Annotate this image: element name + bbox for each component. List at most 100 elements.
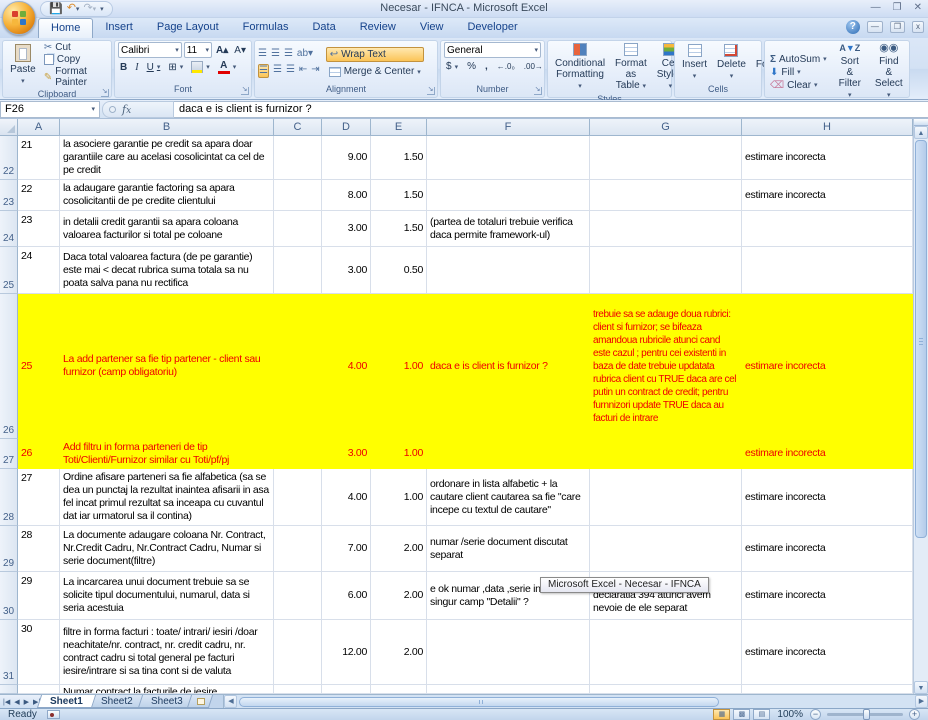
insert-worksheet-tab[interactable] — [187, 695, 213, 708]
name-box[interactable]: F26▾ — [0, 101, 100, 118]
cell[interactable] — [427, 247, 590, 294]
format-as-table-button[interactable]: Formatas Table ▾ — [611, 42, 651, 93]
workbook-minimize-button[interactable]: — — [867, 21, 883, 33]
cell[interactable]: filtre in forma facturi : toate/ intrari… — [60, 620, 274, 685]
italic-button[interactable]: I — [133, 62, 140, 73]
find-select-button[interactable]: ◉◉ Find &Select ▾ — [871, 42, 907, 102]
cell[interactable]: 3.00 — [322, 211, 371, 247]
cell[interactable]: 3.00 — [322, 247, 371, 294]
cell[interactable]: (partea de totaluri trebuie verifica dac… — [427, 211, 590, 247]
cell[interactable]: 22 — [18, 180, 60, 211]
cell[interactable] — [18, 685, 60, 694]
align-left-icon[interactable]: ☰ — [258, 64, 269, 78]
horizontal-scrollbar[interactable]: ◀ ▶ — [223, 695, 928, 708]
cut-button[interactable]: ✂Cut — [42, 42, 108, 53]
cell[interactable]: estimare incorecta — [742, 136, 913, 180]
column-header-e[interactable]: E — [371, 119, 427, 136]
conditional-formatting-button[interactable]: ConditionalFormatting ▾ — [551, 42, 609, 93]
dialog-launcher-icon[interactable]: ↘ — [101, 89, 109, 97]
cell[interactable]: Numar contract la facturile de iesire — [60, 685, 274, 694]
minimize-button[interactable]: — — [871, 2, 881, 13]
cell[interactable] — [274, 211, 322, 247]
page-break-view-icon[interactable]: ▤ — [753, 709, 770, 720]
cell[interactable]: estimare incorecta — [742, 620, 913, 685]
row-header[interactable]: 24 — [0, 211, 18, 247]
row-header[interactable]: 28 — [0, 469, 18, 526]
workbook-close-button[interactable]: x — [912, 21, 924, 33]
scrollbar-split-handle[interactable] — [914, 119, 928, 126]
zoom-slider-thumb[interactable] — [863, 709, 870, 720]
close-button[interactable]: ✕ — [914, 2, 922, 13]
insert-cells-button[interactable]: Insert▾ — [678, 43, 711, 83]
row-header[interactable]: 26 — [0, 294, 18, 439]
cell[interactable]: in detalii credit garantii sa apara colo… — [60, 211, 274, 247]
fill-button[interactable]: ⬇Fill ▾ — [768, 67, 829, 78]
row-header[interactable]: 22 — [0, 136, 18, 180]
paste-button[interactable]: Paste ▾ — [6, 43, 40, 88]
cell[interactable] — [590, 211, 742, 247]
cell[interactable]: Add filtru in forma parteneri de tip Tot… — [60, 439, 274, 469]
cell[interactable]: la asociere garantie pe credit sa apara … — [60, 136, 274, 180]
shrink-font-button[interactable]: A▾ — [232, 42, 248, 58]
cell[interactable]: 9.00 — [322, 136, 371, 180]
zoom-in-icon[interactable]: + — [909, 709, 920, 720]
cell[interactable] — [274, 620, 322, 685]
column-header-a[interactable]: A — [18, 119, 60, 136]
row-header[interactable]: 29 — [0, 526, 18, 572]
cell[interactable]: 30 — [18, 620, 60, 685]
formula-input[interactable]: daca e is client is furnizor ? — [174, 101, 928, 118]
orientation-icon[interactable]: ab▾ — [297, 48, 313, 60]
dialog-launcher-icon[interactable]: ↘ — [534, 87, 542, 95]
cell[interactable]: 2.00 — [371, 526, 427, 572]
cell[interactable]: 21 — [18, 136, 60, 180]
decrease-decimal-icon[interactable]: .00→ — [522, 62, 545, 71]
office-button[interactable] — [2, 1, 36, 35]
cell[interactable] — [274, 572, 322, 620]
autosum-button[interactable]: ΣAutoSum ▾ — [768, 54, 829, 65]
restore-button[interactable]: ❐ — [893, 2, 902, 13]
decrease-indent-icon[interactable]: ⇤ — [299, 64, 307, 78]
help-icon[interactable]: ? — [846, 20, 860, 34]
cell[interactable]: 29 — [18, 572, 60, 620]
borders-button[interactable]: ⊞ ▾ — [166, 62, 185, 73]
cell[interactable]: Daca total valoarea factura (de pe garan… — [60, 247, 274, 294]
middle-align-icon[interactable]: ☰ — [271, 48, 280, 60]
vertical-scroll-thumb[interactable] — [915, 140, 927, 538]
number-format-select[interactable]: General▾ — [444, 42, 541, 58]
cell[interactable] — [371, 685, 427, 694]
function-wizard-icon[interactable] — [109, 106, 116, 113]
select-all-corner[interactable] — [0, 119, 18, 136]
cell[interactable]: 4.00 — [322, 469, 371, 526]
cell[interactable]: ordonare in lista alfabetic + la cautare… — [427, 469, 590, 526]
cell[interactable]: 28 — [18, 526, 60, 572]
cell[interactable]: 3.00 — [322, 439, 371, 469]
tab-view[interactable]: View — [408, 18, 456, 38]
tab-data[interactable]: Data — [300, 18, 347, 38]
zoom-level[interactable]: 100% — [777, 709, 803, 720]
row-header[interactable] — [0, 685, 18, 694]
cell[interactable]: 1.00 — [371, 294, 427, 439]
row-header[interactable]: 31 — [0, 620, 18, 685]
scroll-right-icon[interactable]: ▶ — [915, 695, 928, 708]
cell[interactable]: 23 — [18, 211, 60, 247]
font-name-select[interactable]: Calibri▾ — [118, 42, 182, 58]
cell[interactable]: estimare incorecta — [742, 439, 913, 469]
underline-button[interactable]: U ▾ — [145, 62, 163, 73]
row-header[interactable]: 30 — [0, 572, 18, 620]
cell[interactable] — [427, 620, 590, 685]
column-header-g[interactable]: G — [590, 119, 742, 136]
align-center-icon[interactable]: ☰ — [273, 64, 282, 78]
cell[interactable] — [274, 294, 322, 439]
next-sheet-icon[interactable]: ▶ — [24, 698, 29, 706]
cell[interactable] — [590, 526, 742, 572]
copy-button[interactable]: Copy — [42, 54, 108, 65]
tab-review[interactable]: Review — [348, 18, 408, 38]
cell[interactable] — [590, 685, 742, 694]
cell[interactable] — [274, 180, 322, 211]
grow-font-button[interactable]: A▴ — [214, 42, 230, 58]
cell[interactable]: Ordine afisare parteneri sa fie alfabeti… — [60, 469, 274, 526]
column-header-f[interactable]: F — [427, 119, 590, 136]
cell[interactable]: 1.00 — [371, 439, 427, 469]
scroll-up-icon[interactable]: ▲ — [914, 126, 928, 139]
sort-filter-button[interactable]: A▼Z Sort &Filter ▾ — [835, 42, 865, 102]
